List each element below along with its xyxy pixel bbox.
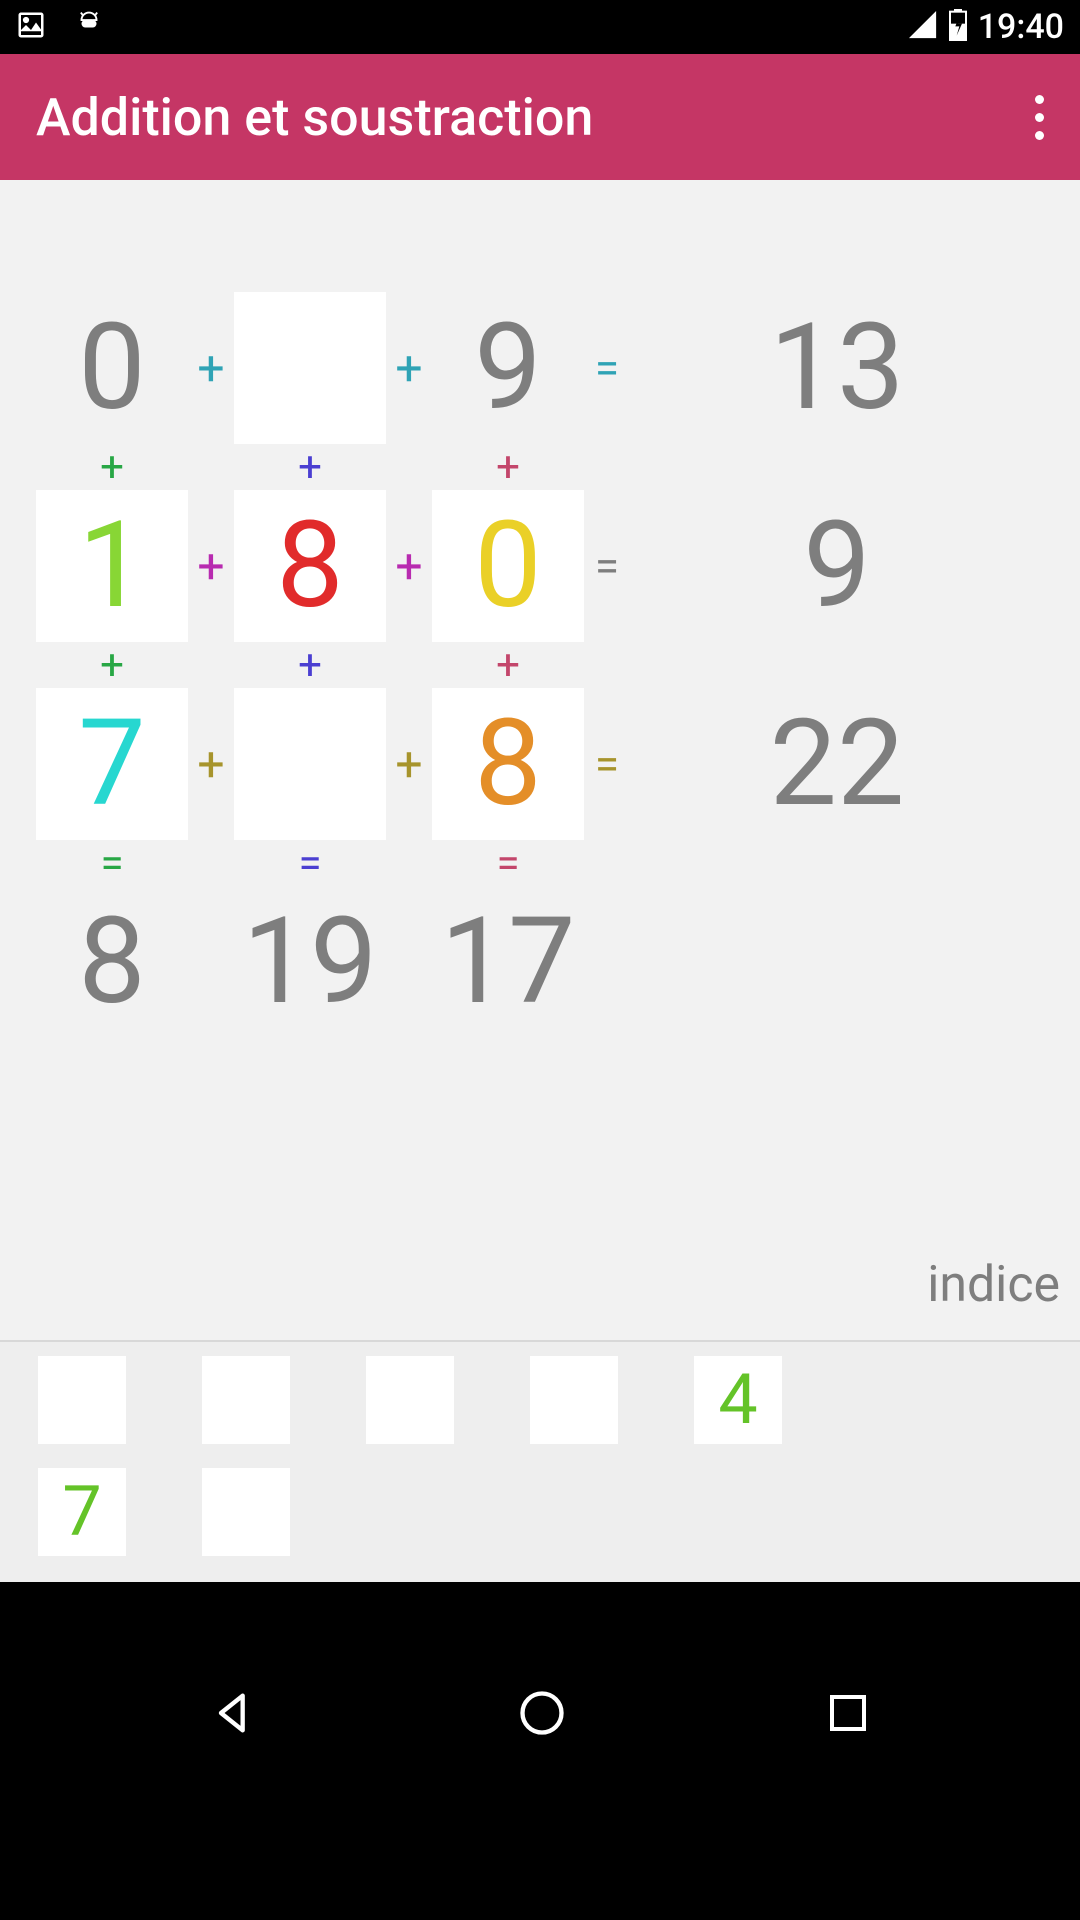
page-title: Addition et soustraction — [36, 87, 593, 148]
number-tile[interactable] — [530, 1356, 618, 1444]
number-tile[interactable] — [366, 1356, 454, 1444]
row-result: 13 — [630, 298, 1044, 438]
equals-sign: = — [584, 342, 630, 394]
puzzle-area: 0++9=13+++1+8+0=9+++7++8=22===81917 indi… — [0, 180, 1080, 1340]
number-tile[interactable] — [202, 1468, 290, 1556]
back-button[interactable] — [208, 1687, 260, 1743]
number-tile[interactable] — [202, 1356, 290, 1444]
equals-sign: = — [584, 540, 630, 592]
number-tile[interactable] — [38, 1356, 126, 1444]
battery-charging-icon — [948, 9, 968, 45]
puzzle-input-cell[interactable]: 0 — [432, 490, 584, 642]
vertical-operators: + + + — [36, 642, 1044, 688]
equals-sign: = — [298, 839, 321, 888]
vertical-operators: = = = — [36, 840, 1044, 886]
status-time: 19:40 — [978, 7, 1064, 47]
plus-sign: + — [386, 736, 432, 793]
puzzle-row: 0++9=13 — [36, 292, 1044, 444]
puzzle-row: 7++8=22 — [36, 688, 1044, 840]
gallery-icon — [16, 10, 46, 44]
row-result: 22 — [630, 694, 1044, 834]
plus-sign: + — [100, 443, 124, 492]
puzzle-input-cell[interactable]: 1 — [36, 490, 188, 642]
plus-sign: + — [188, 340, 234, 397]
plus-sign: + — [298, 641, 322, 690]
column-result: 17 — [432, 886, 584, 1038]
puzzle-row: 1+8+0=9 — [36, 490, 1044, 642]
column-result: 8 — [36, 886, 188, 1038]
column-result: 19 — [234, 886, 386, 1038]
vertical-operators: + + + — [36, 444, 1044, 490]
status-bar: 19:40 — [0, 0, 1080, 54]
app-bar: Addition et soustraction — [0, 54, 1080, 180]
plus-sign: + — [496, 641, 520, 690]
plus-sign: + — [100, 641, 124, 690]
number-tile[interactable]: 4 — [694, 1356, 782, 1444]
column-results: 8 19 17 — [36, 886, 1044, 1038]
puzzle-value-cell: 0 — [36, 292, 188, 444]
spacer — [0, 1582, 1080, 1650]
number-tile[interactable]: 7 — [38, 1468, 126, 1556]
equals-sign: = — [496, 839, 519, 888]
puzzle-input-cell[interactable]: 8 — [432, 688, 584, 840]
equals-sign: = — [100, 839, 123, 888]
plus-sign: + — [298, 443, 322, 492]
puzzle-input-cell[interactable]: 7 — [36, 688, 188, 840]
home-button[interactable] — [516, 1687, 568, 1743]
puzzle-value-cell: 9 — [432, 292, 584, 444]
tile-palette: 4 7 — [0, 1342, 1080, 1582]
plus-sign: + — [188, 538, 234, 595]
overflow-menu-icon[interactable] — [1035, 95, 1044, 140]
plus-sign: + — [496, 443, 520, 492]
plus-sign: + — [386, 538, 432, 595]
android-icon — [74, 10, 104, 44]
puzzle-input-cell[interactable] — [234, 688, 386, 840]
puzzle-input-cell[interactable] — [234, 292, 386, 444]
plus-sign: + — [386, 340, 432, 397]
navigation-bar — [0, 1650, 1080, 1780]
equals-sign: = — [584, 738, 630, 790]
puzzle-input-cell[interactable]: 8 — [234, 490, 386, 642]
hint-button[interactable]: indice — [927, 1256, 1060, 1314]
plus-sign: + — [188, 736, 234, 793]
signal-icon — [908, 10, 938, 44]
recents-button[interactable] — [824, 1689, 872, 1741]
row-result: 9 — [630, 496, 1044, 636]
